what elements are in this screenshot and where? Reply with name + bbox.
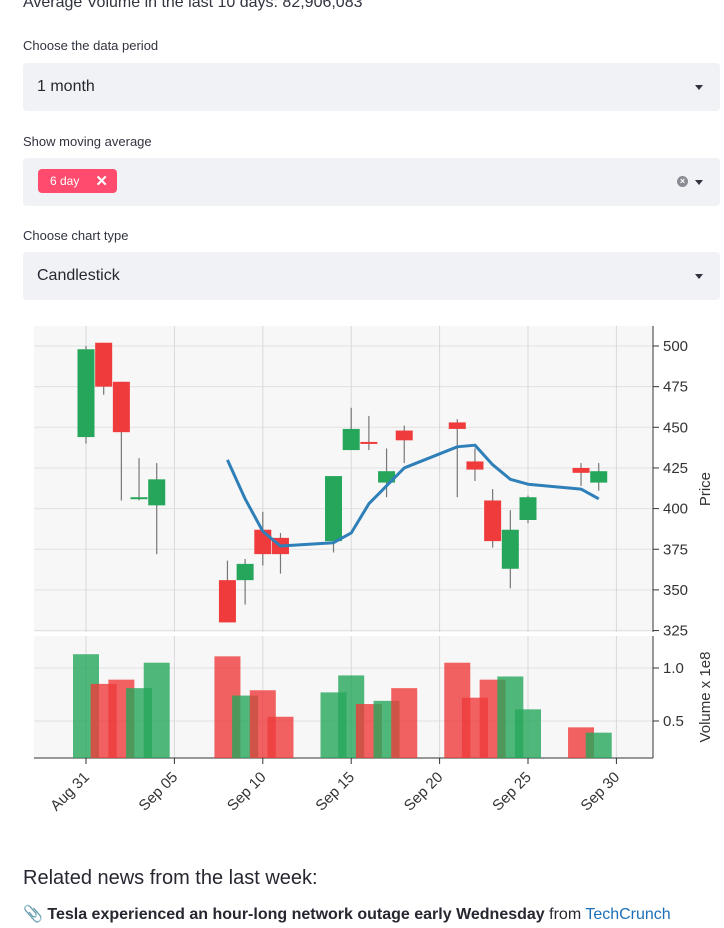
volume-bar: [391, 688, 418, 758]
x-tick-label: Sep 20: [401, 769, 447, 815]
candle-body: [77, 349, 95, 438]
candle-body: [342, 428, 360, 451]
candle-body: [218, 580, 236, 623]
chevron-down-icon[interactable]: [695, 180, 703, 185]
moving-average-multiselect[interactable]: 6 day ✕ ×: [23, 158, 720, 206]
price-tick-label: 375: [663, 541, 688, 558]
candle-body: [466, 461, 484, 470]
price-tick-label: 400: [663, 501, 688, 518]
period-select[interactable]: 1 month: [23, 63, 720, 111]
moving-average-tag: 6 day ✕: [38, 169, 117, 193]
price-tick-label: 350: [663, 582, 688, 599]
volume-axis-title: Volume x 1e8: [697, 652, 714, 743]
news-from: from: [549, 906, 582, 923]
chart-type-label: Choose chart type: [23, 228, 129, 243]
volume-bar: [585, 732, 612, 758]
price-tick-label: 425: [663, 460, 688, 477]
price-tick-label: 325: [663, 623, 688, 640]
x-tick-label: Sep 10: [224, 769, 270, 815]
candle-body: [484, 500, 502, 542]
volume-bar: [143, 662, 170, 758]
candle-body: [130, 497, 148, 500]
news-source-link[interactable]: TechCrunch: [585, 906, 670, 923]
volume-bar: [267, 716, 294, 758]
candle-body: [254, 529, 272, 555]
x-tick-label: Sep 05: [136, 769, 182, 815]
candle-body: [572, 467, 590, 473]
period-select-value: 1 month: [37, 78, 95, 95]
price-plot-background: [34, 326, 653, 632]
news-title: Tesla experienced an hour-long network o…: [47, 906, 545, 923]
volume-tick-label: 1.0: [663, 660, 684, 677]
candle-body: [236, 563, 254, 581]
price-axis-title: Price: [697, 472, 714, 506]
news-heading: Related news from the last week:: [23, 867, 318, 889]
moving-average-label: Show moving average: [23, 134, 152, 149]
tag-remove-icon[interactable]: ✕: [95, 174, 108, 189]
candle-body: [325, 476, 343, 542]
candle-body: [112, 381, 130, 433]
chevron-down-icon[interactable]: [695, 85, 703, 90]
news-item: 📎 Tesla experienced an hour-long network…: [23, 904, 671, 924]
x-tick-label: Aug 31: [47, 769, 93, 815]
candle-body: [395, 430, 413, 441]
x-tick-label: Sep 15: [312, 769, 358, 815]
average-volume-text: Average Volume in the last 10 days: 82,9…: [23, 0, 363, 11]
chart-type-select-value: Candlestick: [37, 267, 120, 284]
x-tick-label: Sep 30: [578, 769, 624, 815]
candle-body: [448, 422, 466, 429]
volume-bar: [515, 709, 541, 758]
candlestick-chart: 500 475 450 425 400 375 350 325 1.0 0.5 Aug 31 Sep …: [34, 326, 714, 815]
clear-all-icon[interactable]: ×: [677, 176, 688, 187]
price-tick-label: 450: [663, 419, 688, 436]
candle-body: [360, 441, 378, 444]
period-label: Choose the data period: [23, 38, 159, 53]
candle-body: [501, 529, 519, 569]
moving-average-tag-label: 6 day: [50, 174, 80, 188]
candle-body: [148, 479, 166, 506]
price-tick-label: 475: [663, 379, 688, 396]
volume-tick-label: 0.5: [663, 713, 684, 730]
x-tick-label: Sep 25: [489, 769, 535, 815]
paperclip-icon: 📎: [23, 906, 43, 923]
price-tick-label: 500: [663, 338, 688, 355]
candle-body: [590, 471, 608, 483]
chart-type-select[interactable]: Candlestick: [23, 252, 720, 300]
candle-body: [95, 342, 113, 387]
chevron-down-icon[interactable]: [695, 274, 703, 279]
candle-body: [519, 497, 537, 520]
